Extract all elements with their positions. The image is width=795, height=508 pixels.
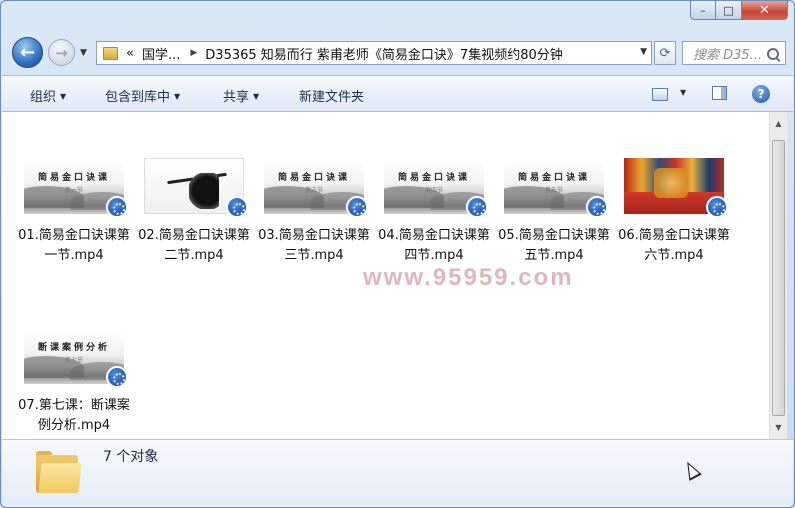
chevron-down-icon: ▼: [253, 92, 260, 101]
preview-pane-icon[interactable]: [712, 86, 727, 100]
media-player-icon: [106, 366, 128, 388]
breadcrumb-overflow[interactable]: «: [126, 46, 134, 61]
command-bar: 组织 ▼ 包含到库中 ▼ 共享 ▼ 新建文件夹 ▼ ?: [2, 75, 793, 112]
file-name: 05.简易金口诀课第五节.mp4: [498, 228, 610, 263]
view-options-chevron-down-icon[interactable]: ▼: [680, 88, 686, 97]
media-player-icon: [346, 196, 368, 218]
media-player-icon: [226, 196, 248, 218]
media-player-icon: [586, 196, 608, 218]
media-player-icon: [106, 196, 128, 218]
scroll-down-icon[interactable]: ▼: [770, 419, 787, 436]
share-button[interactable]: 共享 ▼: [223, 86, 259, 105]
explorer-window: – □ ✕ ← → ▼ « 国学... ▶ D35365 知易而行 紫甫老师《简…: [0, 0, 795, 508]
refresh-icon: ⟳: [659, 45, 671, 61]
file-item-7[interactable]: 断课案例分析 第七节 07.第七课：断课案例分析.mp4: [14, 328, 134, 436]
file-item-5[interactable]: 简易金口诀课 第五节 05.简易金口诀课第五节.mp4: [494, 158, 614, 266]
item-count: 7 个对象: [103, 449, 159, 465]
search-icon[interactable]: [767, 48, 779, 60]
caption-buttons: – □ ✕: [690, 1, 788, 20]
details-pane: 7 个对象: [2, 439, 793, 507]
close-button[interactable]: ✕: [742, 1, 788, 20]
file-item-1[interactable]: 简易金口诀课 第一节 01.简易金口诀课第一节.mp4: [14, 158, 134, 266]
file-item-3[interactable]: 简易金口诀课 第三节 03.简易金口诀课第三节.mp4: [254, 158, 374, 266]
file-name: 04.简易金口诀课第四节.mp4: [378, 228, 490, 263]
address-bar[interactable]: « 国学... ▶ D35365 知易而行 紫甫老师《简易金口诀》7集视频约80…: [96, 41, 652, 65]
file-name: 02.简易金口诀课第二节.mp4: [138, 228, 250, 263]
folder-icon: [103, 46, 118, 60]
maximize-button[interactable]: □: [716, 1, 742, 20]
new-folder-button[interactable]: 新建文件夹: [299, 86, 364, 105]
include-in-library-button[interactable]: 包含到库中 ▼: [105, 86, 180, 105]
refresh-button[interactable]: ⟳: [654, 41, 676, 65]
file-item-6[interactable]: 06.简易金口诀课第六节.mp4: [614, 158, 734, 266]
file-item-4[interactable]: 简易金口诀课 第四节 04.简易金口诀课第四节.mp4: [374, 158, 494, 266]
scroll-up-icon[interactable]: ▲: [770, 115, 787, 132]
change-view-icon[interactable]: [652, 88, 668, 101]
file-item-2[interactable]: 02.简易金口诀课第二节.mp4: [134, 158, 254, 266]
organize-button[interactable]: 组织 ▼: [30, 86, 66, 105]
file-name: 03.简易金口诀课第三节.mp4: [258, 228, 370, 263]
back-button[interactable]: ←: [12, 37, 43, 68]
minimize-button[interactable]: –: [690, 1, 716, 20]
folder-icon: [36, 449, 82, 493]
search-placeholder: 搜索 D35...: [693, 47, 763, 63]
watermark: www.95959.com: [363, 264, 574, 291]
chevron-down-icon: ▼: [60, 92, 67, 101]
chevron-down-icon: ▼: [174, 92, 181, 101]
recent-pages-chevron-down-icon[interactable]: ▼: [80, 48, 87, 58]
file-name: 01.简易金口诀课第一节.mp4: [18, 228, 130, 263]
file-name: 07.第七课：断课案例分析.mp4: [18, 398, 130, 433]
scrollbar-thumb[interactable]: [772, 140, 785, 416]
search-input[interactable]: 搜索 D35...: [682, 41, 786, 65]
help-icon[interactable]: ?: [752, 85, 770, 103]
media-player-icon: [706, 196, 728, 218]
breadcrumb-parent[interactable]: 国学...: [142, 44, 180, 63]
address-dropdown-icon[interactable]: ▼: [640, 47, 647, 57]
file-name: 06.简易金口诀课第六节.mp4: [618, 228, 730, 263]
forward-button[interactable]: →: [48, 39, 75, 66]
vertical-scrollbar[interactable]: ▲ ▼: [769, 112, 787, 439]
breadcrumb-separator-icon[interactable]: ▶: [190, 48, 197, 58]
breadcrumb-current[interactable]: D35365 知易而行 紫甫老师《简易金口诀》7集视频约80分钟: [205, 44, 562, 63]
media-player-icon: [466, 196, 488, 218]
